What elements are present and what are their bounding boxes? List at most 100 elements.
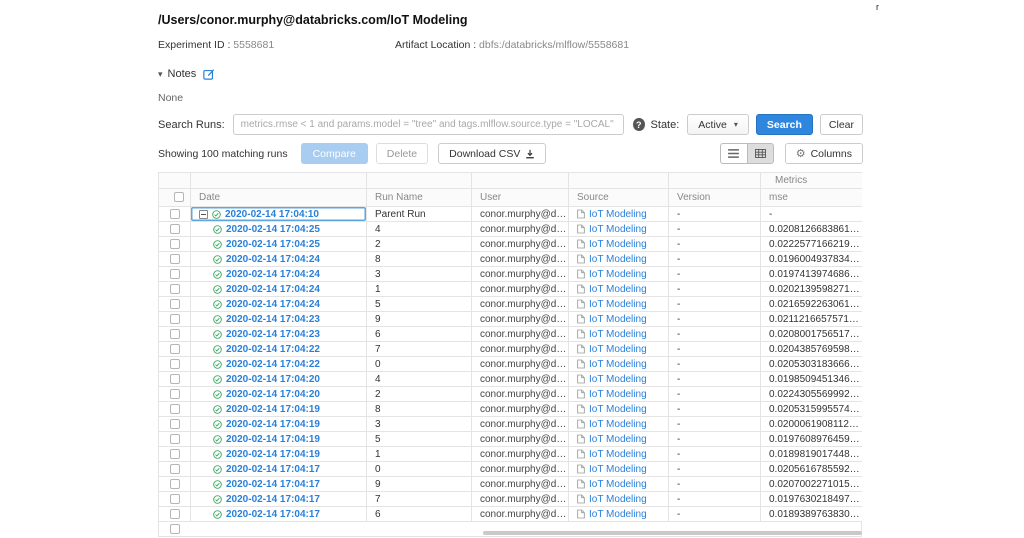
edit-notes-icon[interactable] — [203, 68, 215, 80]
collapse-run-icon[interactable] — [199, 210, 208, 219]
table-row[interactable]: 2020-02-14 17:04:241conor.murphy@databri… — [159, 282, 863, 297]
row-checkbox[interactable] — [170, 464, 180, 474]
run-source-link[interactable]: IoT Modeling — [589, 239, 647, 250]
run-date-link[interactable]: 2020-02-14 17:04:24 — [226, 254, 320, 265]
row-checkbox[interactable] — [170, 299, 180, 309]
collapse-caret-icon[interactable]: ▾ — [158, 69, 163, 80]
run-source-link[interactable]: IoT Modeling — [589, 269, 647, 280]
table-row[interactable]: 2020-02-14 17:04:245conor.murphy@databri… — [159, 297, 863, 312]
table-row[interactable]: 2020-02-14 17:04:227conor.murphy@databri… — [159, 342, 863, 357]
run-source-link[interactable]: IoT Modeling — [589, 434, 647, 445]
run-date-link[interactable]: 2020-02-14 17:04:22 — [226, 344, 320, 355]
search-input[interactable] — [233, 114, 624, 135]
row-checkbox[interactable] — [170, 419, 180, 429]
table-row[interactable]: 2020-02-14 17:04:220conor.murphy@databri… — [159, 357, 863, 372]
run-date-link[interactable]: 2020-02-14 17:04:19 — [226, 434, 320, 445]
row-checkbox[interactable] — [170, 404, 180, 414]
help-icon[interactable]: ? — [633, 118, 645, 131]
row-checkbox[interactable] — [170, 314, 180, 324]
column-header-mse[interactable]: mse — [761, 189, 863, 207]
run-date-link[interactable]: 2020-02-14 17:04:23 — [226, 329, 320, 340]
row-checkbox[interactable] — [170, 209, 180, 219]
run-source-link[interactable]: IoT Modeling — [589, 254, 647, 265]
notes-section-header[interactable]: ▾ Notes — [158, 68, 215, 80]
run-date-link[interactable]: 2020-02-14 17:04:19 — [226, 404, 320, 415]
table-row[interactable]: 2020-02-14 17:04:243conor.murphy@databri… — [159, 267, 863, 282]
run-source-link[interactable]: IoT Modeling — [589, 389, 647, 400]
table-row[interactable]: 2020-02-14 17:04:236conor.murphy@databri… — [159, 327, 863, 342]
table-row[interactable]: 2020-02-14 17:04:254conor.murphy@databri… — [159, 222, 863, 237]
search-button[interactable]: Search — [756, 114, 813, 135]
table-row[interactable]: 2020-02-14 17:04:170conor.murphy@databri… — [159, 462, 863, 477]
table-row[interactable]: 2020-02-14 17:04:239conor.murphy@databri… — [159, 312, 863, 327]
select-all-checkbox[interactable] — [174, 192, 184, 202]
table-row[interactable]: 2020-02-14 17:04:191conor.murphy@databri… — [159, 447, 863, 462]
row-checkbox[interactable] — [170, 434, 180, 444]
run-source-link[interactable]: IoT Modeling — [589, 314, 647, 325]
run-source-link[interactable]: IoT Modeling — [589, 224, 647, 235]
table-row[interactable]: 2020-02-14 17:04:176conor.murphy@databri… — [159, 507, 863, 522]
run-source-link[interactable]: IoT Modeling — [589, 329, 647, 340]
run-source-link[interactable]: IoT Modeling — [589, 479, 647, 490]
row-checkbox[interactable] — [170, 254, 180, 264]
run-source-link[interactable]: IoT Modeling — [589, 494, 647, 505]
run-date-link[interactable]: 2020-02-14 17:04:23 — [226, 314, 320, 325]
row-checkbox[interactable] — [170, 329, 180, 339]
run-date-link[interactable]: 2020-02-14 17:04:24 — [226, 284, 320, 295]
table-row[interactable]: 2020-02-14 17:04:10Parent Runconor.murph… — [159, 207, 863, 222]
run-source-link[interactable]: IoT Modeling — [589, 449, 647, 460]
column-header-version[interactable]: Version — [669, 189, 761, 207]
row-checkbox[interactable] — [170, 359, 180, 369]
run-date-link[interactable]: 2020-02-14 17:04:20 — [226, 374, 320, 385]
table-row[interactable]: 2020-02-14 17:04:179conor.murphy@databri… — [159, 477, 863, 492]
list-view-button[interactable] — [720, 143, 747, 164]
run-date-link[interactable]: 2020-02-14 17:04:17 — [226, 479, 320, 490]
grid-view-button[interactable] — [747, 143, 774, 164]
compare-button[interactable]: Compare — [301, 143, 368, 164]
download-csv-button[interactable]: Download CSV — [438, 143, 546, 164]
table-row[interactable]: 2020-02-14 17:04:204conor.murphy@databri… — [159, 372, 863, 387]
run-source-link[interactable]: IoT Modeling — [589, 209, 647, 220]
run-source-link[interactable]: IoT Modeling — [589, 359, 647, 370]
run-date-link[interactable]: 2020-02-14 17:04:19 — [226, 449, 320, 460]
run-date-link[interactable]: 2020-02-14 17:04:25 — [226, 239, 320, 250]
run-date-link[interactable]: 2020-02-14 17:04:19 — [226, 419, 320, 430]
run-date-link[interactable]: 2020-02-14 17:04:22 — [226, 359, 320, 370]
row-checkbox[interactable] — [170, 509, 180, 519]
run-source-link[interactable]: IoT Modeling — [589, 374, 647, 385]
row-checkbox[interactable] — [170, 344, 180, 354]
table-row[interactable]: 2020-02-14 17:04:177conor.murphy@databri… — [159, 492, 863, 507]
run-source-link[interactable]: IoT Modeling — [589, 299, 647, 310]
row-checkbox[interactable] — [170, 269, 180, 279]
row-checkbox[interactable] — [170, 449, 180, 459]
run-date-link[interactable]: 2020-02-14 17:04:17 — [226, 494, 320, 505]
row-checkbox[interactable] — [170, 479, 180, 489]
table-row[interactable]: 2020-02-14 17:04:252conor.murphy@databri… — [159, 237, 863, 252]
run-source-link[interactable]: IoT Modeling — [589, 419, 647, 430]
horizontal-scrollbar[interactable] — [158, 531, 862, 536]
row-checkbox[interactable] — [170, 374, 180, 384]
column-header-source[interactable]: Source — [569, 189, 669, 207]
delete-button[interactable]: Delete — [376, 143, 428, 164]
run-date-link[interactable]: 2020-02-14 17:04:24 — [226, 269, 320, 280]
run-date-link[interactable]: 2020-02-14 17:04:17 — [226, 509, 320, 520]
row-checkbox[interactable] — [170, 494, 180, 504]
state-dropdown[interactable]: Active ▾ — [687, 114, 749, 135]
run-date-link[interactable]: 2020-02-14 17:04:20 — [226, 389, 320, 400]
row-checkbox[interactable] — [170, 389, 180, 399]
row-checkbox[interactable] — [170, 284, 180, 294]
run-date-link[interactable]: 2020-02-14 17:04:10 — [225, 209, 319, 220]
run-date-link[interactable]: 2020-02-14 17:04:17 — [226, 464, 320, 475]
scrollbar-thumb[interactable] — [483, 531, 862, 535]
run-source-link[interactable]: IoT Modeling — [589, 509, 647, 520]
run-source-link[interactable]: IoT Modeling — [589, 344, 647, 355]
clear-button[interactable]: Clear — [820, 114, 863, 135]
columns-button[interactable]: ⚙ Columns — [785, 143, 863, 164]
run-source-link[interactable]: IoT Modeling — [589, 464, 647, 475]
run-date-link[interactable]: 2020-02-14 17:04:24 — [226, 299, 320, 310]
run-source-link[interactable]: IoT Modeling — [589, 404, 647, 415]
column-header-run-name[interactable]: Run Name — [367, 189, 472, 207]
run-source-link[interactable]: IoT Modeling — [589, 284, 647, 295]
table-row[interactable]: 2020-02-14 17:04:198conor.murphy@databri… — [159, 402, 863, 417]
row-checkbox[interactable] — [170, 239, 180, 249]
